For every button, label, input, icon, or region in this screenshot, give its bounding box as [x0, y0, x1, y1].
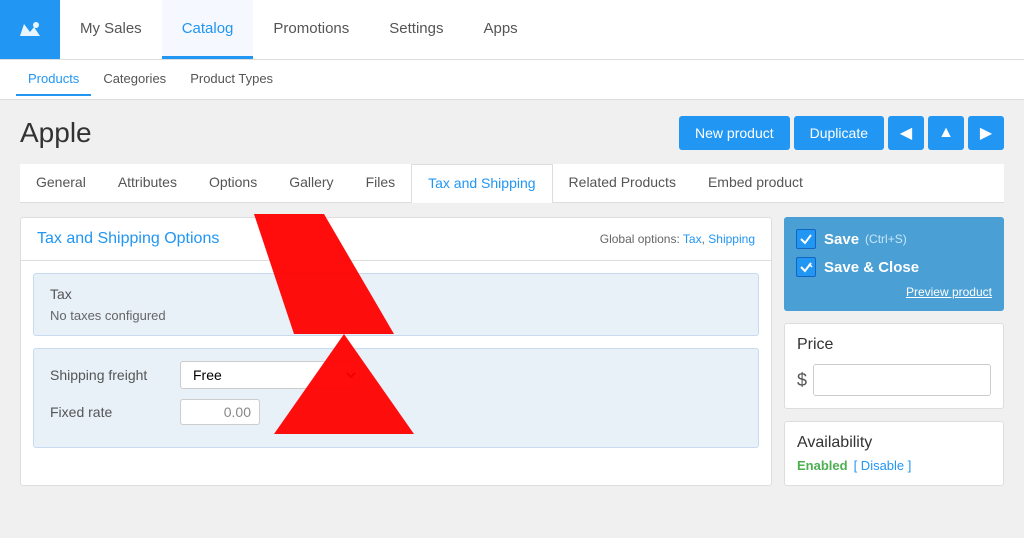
save-label: Save	[824, 231, 859, 248]
page-header: Apple New product Duplicate ◀ ▲ ▶	[20, 116, 1004, 150]
save-close-button-row[interactable]: Save & Close	[796, 257, 992, 277]
app-logo[interactable]	[0, 0, 60, 59]
availability-title: Availability	[797, 434, 991, 452]
product-tabs: General Attributes Options Gallery Files…	[20, 164, 1004, 203]
tab-embed-product[interactable]: Embed product	[692, 164, 819, 202]
nav-item-catalog[interactable]: Catalog	[162, 0, 254, 59]
tab-files[interactable]: Files	[350, 164, 412, 202]
next-product-button[interactable]: ▶	[968, 116, 1004, 150]
tab-general[interactable]: General	[20, 164, 102, 202]
tab-related-products[interactable]: Related Products	[553, 164, 692, 202]
save-shortcut: (Ctrl+S)	[865, 232, 907, 246]
price-box: Price $ ▼	[784, 323, 1004, 409]
left-panel-header: Tax and Shipping Options Global options:…	[21, 218, 771, 261]
nav-item-apps[interactable]: Apps	[463, 0, 537, 59]
panel-title: Tax and Shipping Options	[37, 230, 219, 248]
right-sidebar: Save (Ctrl+S) Save & Close Preview produ…	[784, 217, 1004, 486]
left-panel: Tax and Shipping Options Global options:…	[20, 217, 772, 486]
shipping-freight-label: Shipping freight	[50, 367, 180, 383]
price-row: $ ▼	[797, 364, 991, 396]
tab-gallery[interactable]: Gallery	[273, 164, 349, 202]
status-action: [ Disable ]	[854, 458, 912, 473]
right-arrow-icon: ▶	[980, 123, 992, 143]
left-arrow-icon: ◀	[900, 123, 912, 143]
preview-link-container: Preview product	[796, 285, 992, 299]
nav-item-my-sales[interactable]: My Sales	[60, 0, 162, 59]
sub-nav-item-product-types[interactable]: Product Types	[178, 63, 285, 96]
disable-link[interactable]: [ Disable ]	[854, 458, 912, 473]
nav-item-settings[interactable]: Settings	[369, 0, 463, 59]
save-close-checkbox	[796, 257, 816, 277]
status-enabled-label: Enabled	[797, 458, 848, 473]
duplicate-button[interactable]: Duplicate	[794, 116, 884, 150]
tax-title: Tax	[50, 286, 742, 302]
new-product-button[interactable]: New product	[679, 116, 790, 150]
save-close-label: Save & Close	[824, 259, 919, 276]
page-title: Apple	[20, 117, 92, 149]
tab-options[interactable]: Options	[193, 164, 273, 202]
price-title: Price	[797, 336, 991, 354]
sub-nav-item-categories[interactable]: Categories	[91, 63, 178, 96]
currency-symbol: $	[797, 370, 807, 391]
tab-attributes[interactable]: Attributes	[102, 164, 193, 202]
availability-status: Enabled [ Disable ]	[797, 458, 991, 473]
save-checkbox	[796, 229, 816, 249]
global-options: Global options: Tax, Shipping	[600, 232, 755, 246]
shipping-section: Shipping freight Free Fixed Calculated F…	[33, 348, 759, 448]
tax-section: Tax No taxes configured	[33, 273, 759, 336]
availability-box: Availability Enabled [ Disable ]	[784, 421, 1004, 486]
nav-items-container: My Sales Catalog Promotions Settings App…	[60, 0, 538, 59]
save-button-row[interactable]: Save (Ctrl+S)	[796, 229, 992, 249]
shipping-freight-select[interactable]: Free Fixed Calculated	[180, 361, 360, 389]
fixed-rate-label: Fixed rate	[50, 404, 180, 420]
up-product-button[interactable]: ▲	[928, 116, 964, 150]
sub-nav-item-products[interactable]: Products	[16, 63, 91, 96]
tab-tax-shipping[interactable]: Tax and Shipping	[411, 164, 552, 203]
sub-navigation: Products Categories Product Types	[0, 60, 1024, 100]
content-area: Tax and Shipping Options Global options:…	[20, 203, 1004, 486]
nav-item-promotions[interactable]: Promotions	[253, 0, 369, 59]
fixed-rate-input[interactable]	[180, 399, 260, 425]
up-arrow-icon: ▲	[938, 124, 954, 142]
price-input-wrapper: ▼	[813, 364, 991, 396]
panel-body: Tax No taxes configured Shipping freight…	[21, 261, 771, 460]
preview-product-link[interactable]: Preview product	[906, 285, 992, 299]
shipping-freight-row: Shipping freight Free Fixed Calculated	[50, 361, 742, 389]
global-tax-link[interactable]: Tax	[683, 232, 702, 246]
global-options-label: Global options:	[600, 232, 680, 246]
header-buttons: New product Duplicate ◀ ▲ ▶	[679, 116, 1004, 150]
tax-note: No taxes configured	[50, 308, 742, 323]
main-content: Apple New product Duplicate ◀ ▲ ▶ Genera…	[0, 100, 1024, 538]
top-navigation: My Sales Catalog Promotions Settings App…	[0, 0, 1024, 60]
prev-product-button[interactable]: ◀	[888, 116, 924, 150]
save-box: Save (Ctrl+S) Save & Close Preview produ…	[784, 217, 1004, 311]
global-shipping-link[interactable]: Shipping	[708, 232, 755, 246]
fixed-rate-row: Fixed rate	[50, 399, 742, 425]
price-input[interactable]	[814, 365, 991, 395]
